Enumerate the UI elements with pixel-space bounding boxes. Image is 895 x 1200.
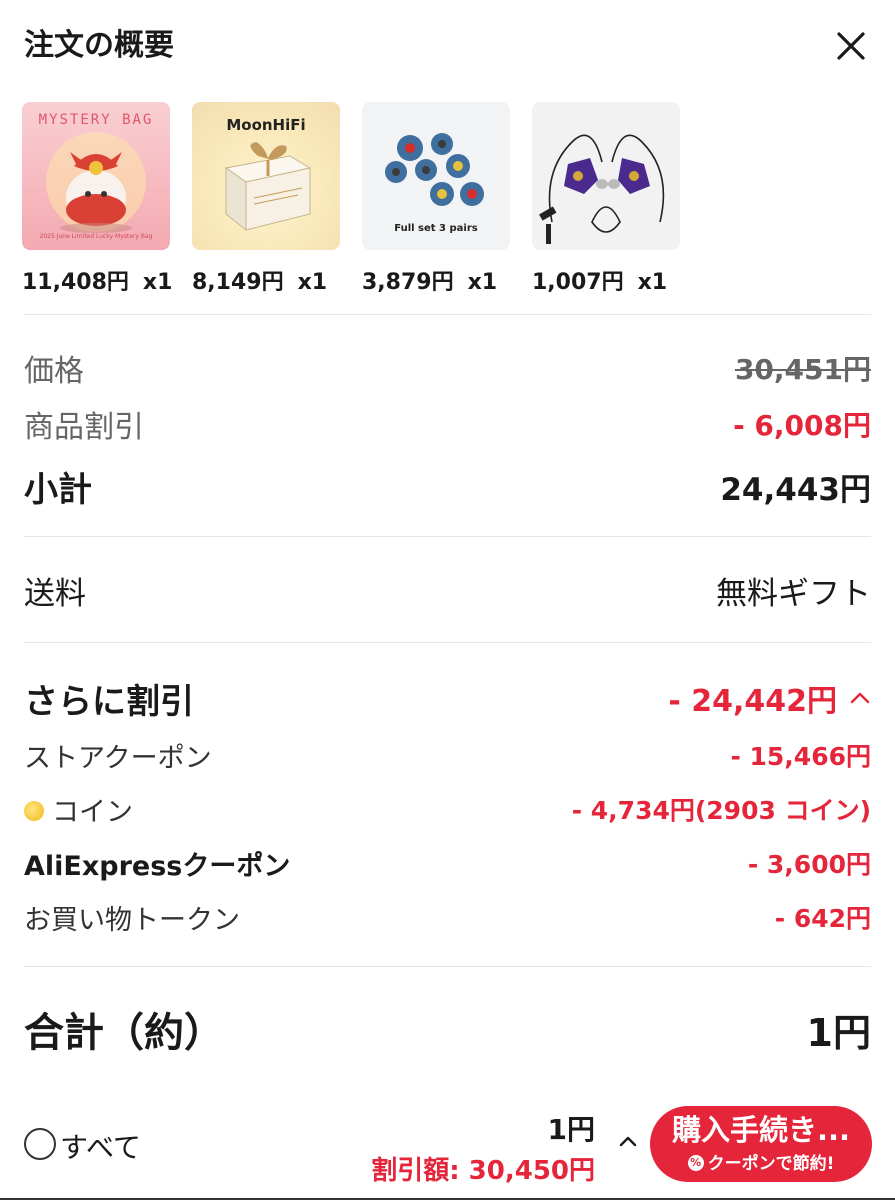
footer-total: 1円 <box>547 1113 595 1146</box>
item-qty: x1 <box>142 270 173 295</box>
shopping-token-label: お買い物トークン <box>24 904 240 936</box>
price-row: 価格 30,451円 <box>24 346 871 390</box>
shipping-label: 送料 <box>24 575 86 612</box>
checkout-footer: すべて 1円 割引額: 30,450円 購入手続き... % クーポンで節約! <box>0 1090 895 1200</box>
divider <box>24 314 871 315</box>
product-discount-row: 商品割引 - 6,008円 <box>24 402 871 446</box>
select-all-label[interactable]: すべて <box>60 1126 141 1166</box>
divider <box>24 966 871 967</box>
product-discount-value: - 6,008円 <box>733 409 871 442</box>
item-price: 1,007円 <box>532 270 624 295</box>
coin-row: コイン - 4,734円(2903 コイン) <box>24 788 871 830</box>
mystery-bag-icon <box>46 132 146 233</box>
store-coupon-row: ストアクーポン - 15,466円 <box>24 734 871 776</box>
item-qty: x1 <box>637 270 668 295</box>
shopping-token-row: お買い物トークン - 642円 <box>24 896 871 938</box>
aliexpress-coupon-label: AliExpressクーポン <box>24 850 291 882</box>
aliexpress-coupon-value: - 3,600円 <box>747 850 871 879</box>
page-title: 注文の概要 <box>24 28 174 63</box>
price-label: 価格 <box>24 354 84 389</box>
item-price: 3,879円 <box>362 270 454 295</box>
total-label: 合計（約） <box>24 1010 224 1056</box>
subtotal-label: 小計 <box>24 469 92 510</box>
coin-icon <box>24 801 44 821</box>
total-row: 合計（約） 1円 <box>24 1000 871 1058</box>
extra-discount-value: - 24,442円 <box>668 684 837 719</box>
extra-discount-label: さらに割引 <box>24 681 194 722</box>
close-icon[interactable] <box>833 28 869 64</box>
subtotal-value: 24,443円 <box>720 471 871 508</box>
item-price: 8,149円 <box>192 270 284 295</box>
product-item[interactable]: 1,007円 x1 <box>532 102 680 296</box>
extra-discount-row[interactable]: さらに割引 - 24,442円 <box>24 672 871 724</box>
shipping-row: 送料 無料ギフト <box>24 566 871 614</box>
shopping-token-value: - 642円 <box>774 904 871 933</box>
gift-box-icon <box>224 142 312 232</box>
header: 注文の概要 <box>24 24 871 68</box>
aliexpress-coupon-row: AliExpressクーポン - 3,600円 <box>24 842 871 884</box>
select-all-radio[interactable] <box>24 1128 56 1160</box>
divider <box>24 536 871 537</box>
ear-tips-label: Full set 3 pairs <box>394 223 478 234</box>
chevron-up-icon[interactable] <box>849 687 871 709</box>
store-coupon-label: ストアクーポン <box>24 742 212 774</box>
store-coupon-value: - 15,466円 <box>730 742 871 771</box>
product-image-moonhifi[interactable]: MoonHiFi <box>192 102 340 250</box>
shipping-value: 無料ギフト <box>716 575 871 612</box>
coin-label: コイン <box>52 796 133 828</box>
coin-value: - 4,734円(2903 コイン) <box>571 796 871 825</box>
divider <box>24 642 871 643</box>
price-value: 30,451円 <box>734 353 871 386</box>
product-thumbnails: MYSTERY BAG 2025 June Limited Lucky Myst… <box>22 102 882 302</box>
checkout-subtext: クーポンで節約! <box>707 1154 835 1174</box>
product-item[interactable]: MYSTERY BAG 2025 June Limited Lucky Myst… <box>22 102 173 296</box>
footer-discount: 割引額: 30,450円 <box>371 1156 595 1186</box>
earphones-icon <box>539 134 665 244</box>
subtotal-row: 小計 24,443円 <box>24 462 871 510</box>
mystery-bag-caption: 2025 June Limited Lucky Mystery Bag <box>39 233 153 240</box>
checkout-button-label: 購入手続き... <box>671 1113 851 1147</box>
item-qty: x1 <box>467 270 498 295</box>
total-value: 1円 <box>806 1010 871 1055</box>
checkout-button[interactable]: 購入手続き... % クーポンで節約! <box>650 1106 872 1182</box>
product-item[interactable]: MoonHiFi 8,149円 x1 <box>192 102 340 296</box>
item-qty: x1 <box>297 270 328 295</box>
product-item[interactable]: Full set 3 pairs 3,879円 x1 <box>362 102 510 296</box>
order-summary-sheet: 注文の概要 MYSTERY BAG 2025 June Limited Luck… <box>0 0 895 1200</box>
product-image-ear-tips[interactable]: Full set 3 pairs <box>362 102 510 250</box>
product-image-earphones[interactable] <box>532 102 680 250</box>
item-price: 11,408円 <box>22 270 129 295</box>
percent-badge-icon: % <box>687 1155 704 1171</box>
product-discount-label: 商品割引 <box>24 410 144 445</box>
product-image-mystery-bag[interactable]: MYSTERY BAG 2025 June Limited Lucky Myst… <box>22 102 170 250</box>
chevron-up-icon[interactable] <box>616 1130 640 1154</box>
